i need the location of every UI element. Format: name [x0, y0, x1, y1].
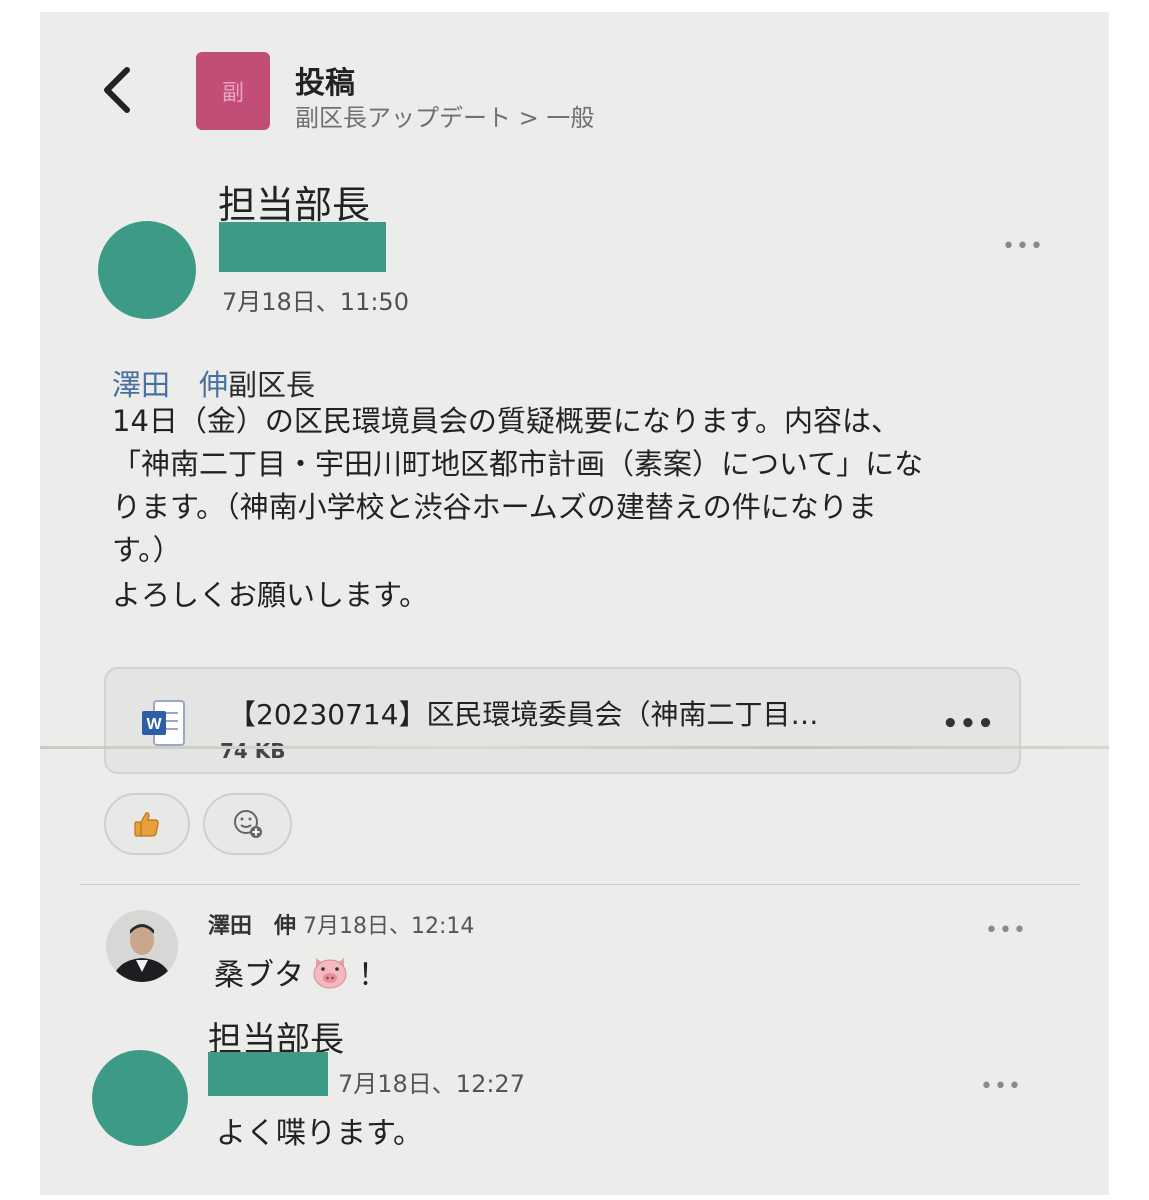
mention-line: 澤田 伸副区長 — [112, 362, 315, 404]
author-avatar[interactable] — [98, 221, 196, 319]
attachment-size: 74 KB — [220, 739, 286, 763]
reply-avatar[interactable] — [92, 1050, 188, 1146]
word-document-icon: W — [142, 700, 185, 746]
attachment-more-menu-button[interactable]: ••• — [942, 709, 995, 739]
channel-avatar[interactable]: 副 — [196, 52, 270, 130]
post-closing: よろしくお願いします。 — [112, 578, 429, 612]
mention-user[interactable]: 澤田 伸 — [112, 368, 228, 402]
post-body: 14日（金）の区民環境員会の質疑概要になります。内容は、 「神南二丁目・宇田川町… — [112, 404, 924, 567]
reply-more-menu-button[interactable]: ••• — [980, 1074, 1022, 1099]
add-reaction-icon — [233, 810, 262, 838]
back-button[interactable] — [95, 64, 155, 124]
author-role: 担当部長 — [218, 183, 371, 227]
screenshot-photo: 副 投稿 副区長アップデート > 一般 担当部長 7月18日、11:50 •••… — [40, 12, 1109, 1195]
reply-message: 桑ブタ ！ — [214, 950, 388, 994]
mention-title: 副区長 — [228, 368, 316, 402]
add-reaction-button[interactable] — [203, 793, 292, 855]
svg-text:W: W — [146, 716, 162, 733]
redacted-author-name — [219, 222, 386, 272]
reply-more-menu-button[interactable]: ••• — [985, 918, 1027, 943]
post-more-menu-button[interactable]: ••• — [1002, 234, 1044, 259]
like-reaction-button[interactable] — [104, 793, 190, 855]
channel-avatar-letter: 副 — [221, 81, 244, 106]
thumbs-up-icon — [134, 812, 159, 837]
person-photo-icon — [106, 910, 178, 982]
attachment-name: 【20230714】区民環境委員会（神南二丁目… — [228, 698, 819, 731]
breadcrumb[interactable]: 副区長アップデート > 一般 — [295, 98, 594, 133]
reply-meta: 澤田 伸 7月18日、12:14 — [208, 908, 474, 940]
pig-face-icon — [313, 958, 347, 989]
reply-text-start: 桑ブタ — [214, 958, 304, 993]
reply-message: よく喋ります。 — [216, 1116, 423, 1151]
reply-timestamp: 7月18日、12:27 — [338, 1070, 525, 1098]
chevron-left-icon — [104, 67, 130, 113]
replies-divider — [80, 884, 1080, 885]
reply-timestamp: 7月18日、12:14 — [303, 914, 475, 939]
reply-author[interactable]: 澤田 伸 — [208, 914, 296, 939]
page-title: 投稿 — [295, 66, 355, 101]
reply-text-end: ！ — [358, 958, 388, 993]
redacted-reply-author-name — [208, 1052, 328, 1096]
post-timestamp: 7月18日、11:50 — [222, 288, 409, 316]
reply-avatar-photo[interactable] — [106, 910, 178, 982]
file-attachment[interactable]: W 【20230714】区民環境委員会（神南二丁目… 74 KB ••• — [104, 667, 1021, 774]
paper-crease — [40, 746, 1109, 749]
